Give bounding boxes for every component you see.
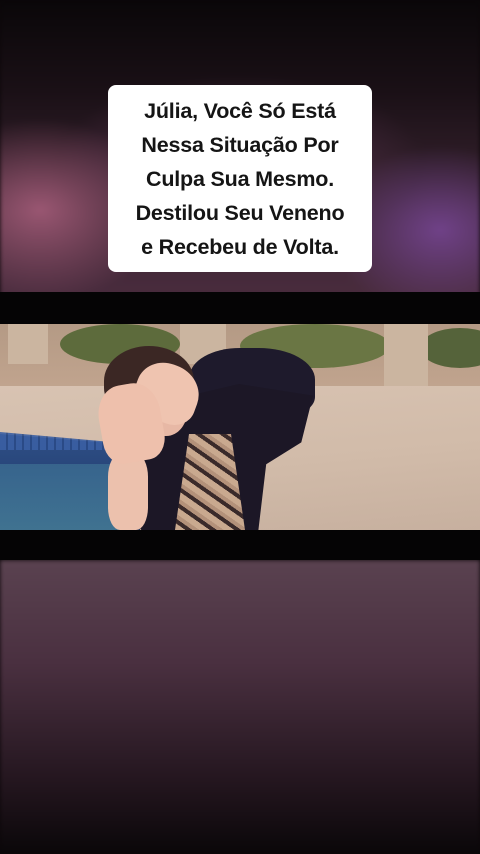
person-arm [108,454,148,530]
letterbox-top [0,292,480,324]
wall-pillar [8,324,48,364]
caption-line-3: Culpa Sua Mesmo. [146,166,334,191]
caption-line-2: Nessa Situação Por [141,132,339,157]
video-frame[interactable] [0,324,480,530]
caption-line-1: Júlia, Você Só Está [144,98,336,123]
blurred-background-bottom [0,560,480,854]
pool-water [0,464,120,530]
caption-box: Júlia, Você Só Está Nessa Situação Por C… [108,85,372,272]
letterbox-bottom [0,530,480,560]
caption-line-5: e Recebeu de Volta. [141,234,339,259]
caption-line-4: Destilou Seu Veneno [135,200,345,225]
